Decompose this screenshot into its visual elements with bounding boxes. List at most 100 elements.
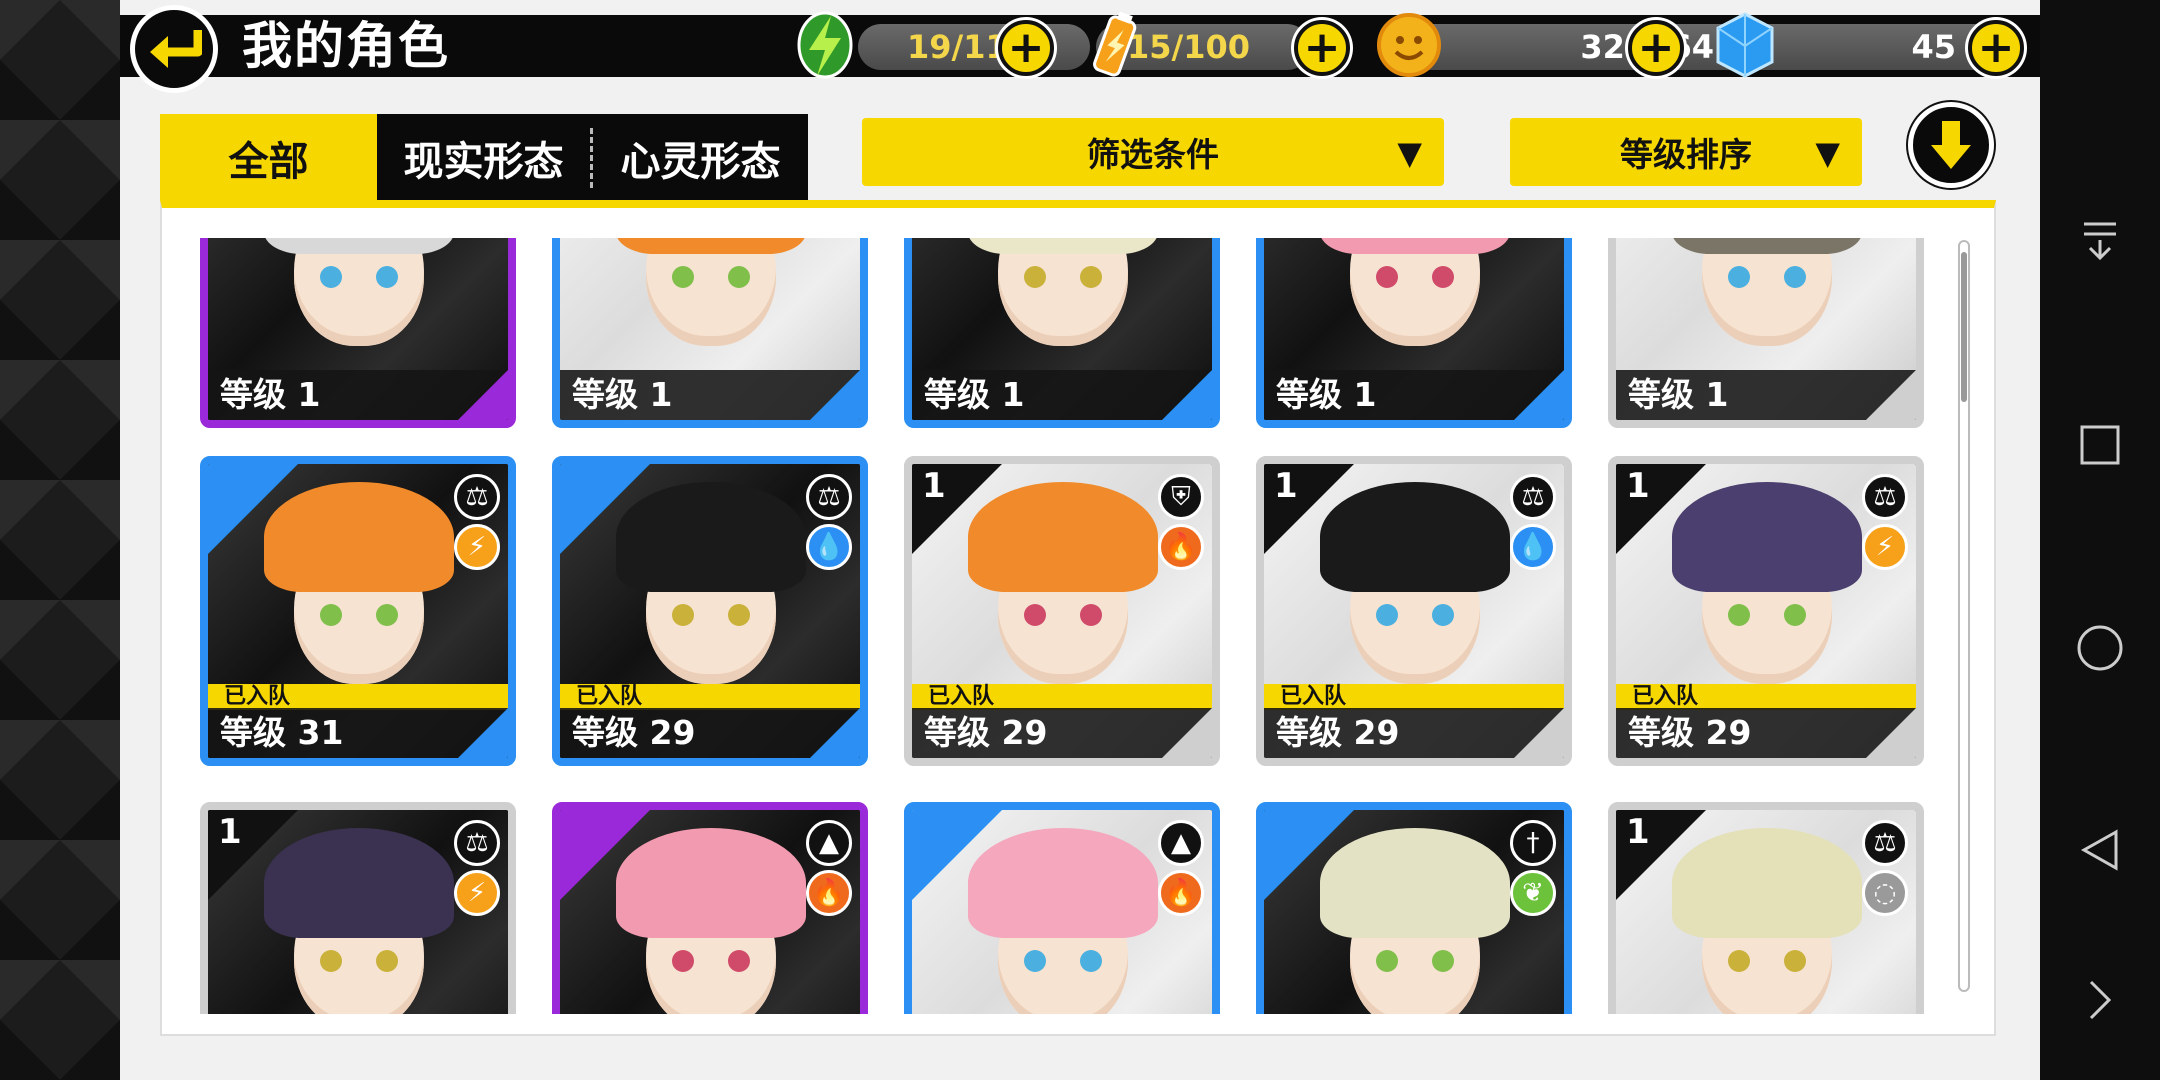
rarity-corner (1514, 370, 1564, 420)
form-tabs: 全部 现实形态 心灵形态 (160, 114, 808, 202)
star-rank: 3 (570, 812, 594, 852)
star-rank: 1 (1626, 812, 1650, 852)
star-rank: 1 (218, 812, 242, 852)
character-card[interactable]: 1 ⛨ 🔥 已入队 等级 29 (904, 456, 1220, 766)
balance-icon: ⚖ (1862, 820, 1908, 866)
portrait-face (1350, 238, 1480, 346)
portrait-face (294, 238, 424, 346)
character-card[interactable]: 2 ⚖ 💧 已入队 等级 29 (552, 456, 868, 766)
character-grid: 等级 1 等级 1 等级 1 等级 1 等级 1 2 ⚖ ⚡ 已入队 等级 31 2 ⚖ 💧 已入队 等级 … (200, 238, 1930, 1014)
lightning-icon (792, 10, 858, 80)
in-team-badge: 已入队 (208, 684, 508, 710)
portrait-eye (320, 950, 342, 972)
portrait-eye (1728, 950, 1750, 972)
air-icon: ◌ (1862, 870, 1908, 916)
character-card[interactable]: 1 ⚖ ◌ (1608, 802, 1924, 1014)
portrait-eye (728, 950, 750, 972)
sword-icon: † (1510, 820, 1556, 866)
character-card[interactable]: 等级 1 (904, 238, 1220, 428)
portrait-eye (1432, 266, 1454, 288)
shield-icon: ⛨ (1158, 474, 1204, 520)
system-nav-bar (2040, 0, 2160, 1080)
filter-label: 筛选条件 (1087, 135, 1219, 174)
portrait-hair (264, 238, 454, 254)
character-card[interactable]: 3 ▲ 🔥 (552, 802, 868, 1014)
gold-coin-icon (1376, 10, 1442, 80)
fire-icon: 🔥 (806, 870, 852, 916)
portrait-eye (376, 266, 398, 288)
fire-icon: 🔥 (1158, 524, 1204, 570)
portrait-eye (1080, 604, 1102, 626)
balance-icon: ⚖ (454, 820, 500, 866)
triforce-icon: ▲ (1158, 820, 1204, 866)
filter-dropdown[interactable]: 筛选条件 ▼ (862, 118, 1444, 186)
tab-all[interactable]: 全部 (160, 114, 377, 202)
portrait-eye (376, 604, 398, 626)
scrollbar[interactable] (1958, 240, 1970, 992)
tab-real-form[interactable]: 现实形态 (377, 114, 590, 202)
character-card[interactable]: 等级 1 (552, 238, 868, 428)
in-team-badge: 已入队 (1616, 684, 1916, 710)
character-card[interactable]: 等级 1 (1256, 238, 1572, 428)
thunder-icon: ⚡ (454, 870, 500, 916)
portrait-eye (672, 950, 694, 972)
portrait-eye (1376, 266, 1398, 288)
character-card[interactable]: 2 ▲ 🔥 (904, 802, 1220, 1014)
portrait-face (646, 238, 776, 346)
portrait-eye (320, 266, 342, 288)
character-card[interactable]: 等级 1 (200, 238, 516, 428)
balance-icon: ⚖ (1862, 474, 1908, 520)
balance-icon: ⚖ (454, 474, 500, 520)
rarity-corner (1162, 708, 1212, 758)
portrait-hair (616, 238, 806, 254)
sort-dropdown[interactable]: 等级排序 ▼ (1510, 118, 1862, 186)
gem-add-button[interactable]: + (1968, 20, 2024, 76)
character-card[interactable]: 1 ⚖ ⚡ (200, 802, 516, 1014)
character-card[interactable]: 2 ⚖ ⚡ 已入队 等级 31 (200, 456, 516, 766)
recent-apps-icon[interactable] (2060, 405, 2140, 485)
portrait-eye (1784, 604, 1806, 626)
in-team-badge: 已入队 (1264, 684, 1564, 710)
page-title: 我的角色 (242, 17, 450, 75)
character-card[interactable]: 1 ⚖ 💧 已入队 等级 29 (1256, 456, 1572, 766)
portrait-eye (672, 604, 694, 626)
character-card[interactable]: 1 ⚖ ⚡ 已入队 等级 29 (1608, 456, 1924, 766)
rarity-corner (1866, 370, 1916, 420)
triforce-icon: ▲ (806, 820, 852, 866)
rarity-corner (810, 708, 860, 758)
portrait-eye (1728, 266, 1750, 288)
notification-pull-icon[interactable] (2060, 200, 2140, 280)
portrait-eye (1784, 950, 1806, 972)
portrait-eye (1728, 604, 1750, 626)
gold-add-button[interactable]: + (1628, 20, 1684, 76)
tab-spirit-form[interactable]: 心灵形态 (593, 114, 808, 202)
star-rank: 2 (218, 466, 242, 506)
portrait-eye (1376, 950, 1398, 972)
fire-icon: 🔥 (1158, 870, 1204, 916)
back-arrow-icon (150, 30, 202, 68)
back-nav-icon[interactable] (2060, 810, 2140, 890)
character-card[interactable]: 2 † ❦ (1256, 802, 1572, 1014)
thunder-icon: ⚡ (454, 524, 500, 570)
star-rank: 1 (1274, 466, 1298, 506)
dropdown-arrow-icon: ▼ (1815, 134, 1840, 172)
sort-direction-button[interactable] (1908, 102, 1994, 188)
stamina-add-button[interactable]: + (998, 20, 1054, 76)
stamina-counter: 19/112 (858, 24, 1090, 70)
portrait-eye (376, 950, 398, 972)
energy-add-button[interactable]: + (1294, 20, 1350, 76)
sort-label: 等级排序 (1620, 135, 1752, 174)
portrait-face (1702, 238, 1832, 346)
thunder-icon: ⚡ (1862, 524, 1908, 570)
scrollbar-thumb[interactable] (1961, 252, 1967, 402)
home-icon[interactable] (2060, 608, 2140, 688)
back-button[interactable] (130, 5, 218, 93)
star-rank: 1 (1626, 466, 1650, 506)
portrait-eye (1080, 950, 1102, 972)
portrait-hair (968, 238, 1158, 254)
character-card[interactable]: 等级 1 (1608, 238, 1924, 428)
star-rank: 2 (570, 466, 594, 506)
in-team-badge: 已入队 (912, 684, 1212, 710)
expand-nav-icon[interactable] (2060, 960, 2140, 1040)
main-panel: 我的角色 19/112 + 115/100 + 322164 + 45 (120, 0, 2040, 1080)
